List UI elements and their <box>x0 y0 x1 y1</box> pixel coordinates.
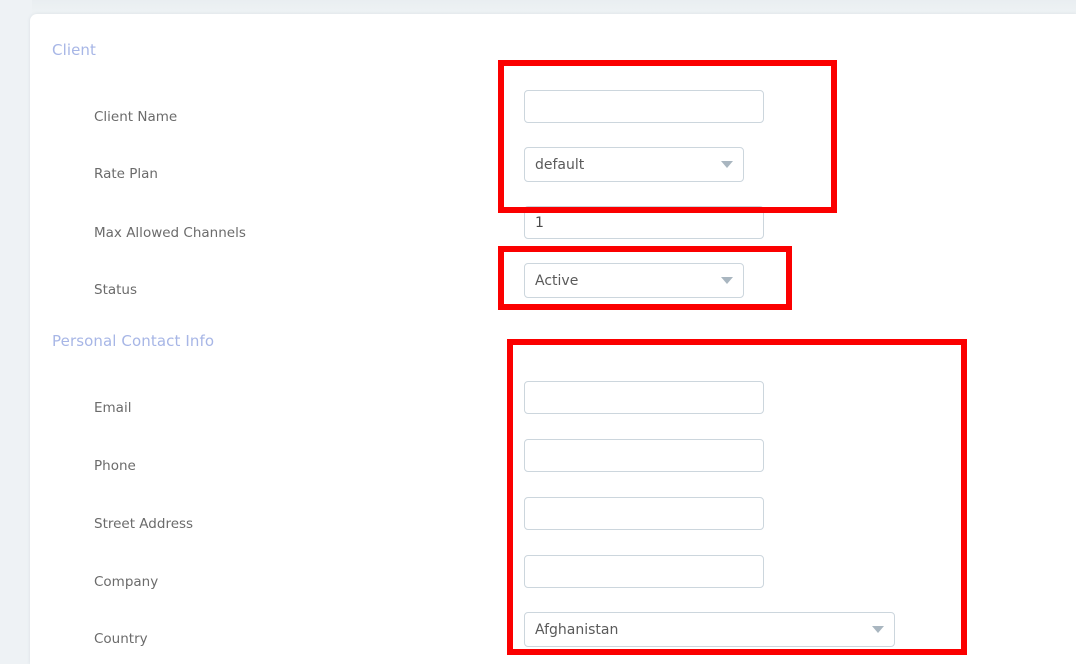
label-max-allowed-channels: Max Allowed Channels <box>94 225 246 241</box>
client-form-card: Client Client Name Rate Plan default Max… <box>30 14 1076 664</box>
label-street-address: Street Address <box>94 516 194 532</box>
label-client-name: Client Name <box>94 109 178 125</box>
chevron-down-icon <box>721 161 733 168</box>
phone-input[interactable] <box>524 439 764 472</box>
section-heading-client: Client <box>52 41 97 59</box>
chevron-down-icon <box>872 626 884 633</box>
status-select[interactable]: Active <box>524 263 744 298</box>
status-value: Active <box>535 272 579 289</box>
rate-plan-value: default <box>535 156 585 173</box>
max-allowed-channels-input[interactable] <box>524 206 764 239</box>
rate-plan-select[interactable]: default <box>524 147 744 182</box>
label-phone: Phone <box>94 458 136 474</box>
country-value: Afghanistan <box>535 621 619 638</box>
client-name-input[interactable] <box>524 90 764 123</box>
company-input[interactable] <box>524 555 764 588</box>
label-country: Country <box>94 631 148 647</box>
street-address-input[interactable] <box>524 497 764 530</box>
background-left-strip <box>0 0 32 664</box>
chevron-down-icon <box>721 277 733 284</box>
label-status: Status <box>94 282 138 298</box>
label-rate-plan: Rate Plan <box>94 166 158 182</box>
page-root: Client Client Name Rate Plan default Max… <box>0 0 1076 664</box>
label-company: Company <box>94 574 159 590</box>
label-email: Email <box>94 400 132 416</box>
email-input[interactable] <box>524 381 764 414</box>
section-heading-personal-contact-info: Personal Contact Info <box>52 332 215 350</box>
country-select[interactable]: Afghanistan <box>524 612 895 647</box>
